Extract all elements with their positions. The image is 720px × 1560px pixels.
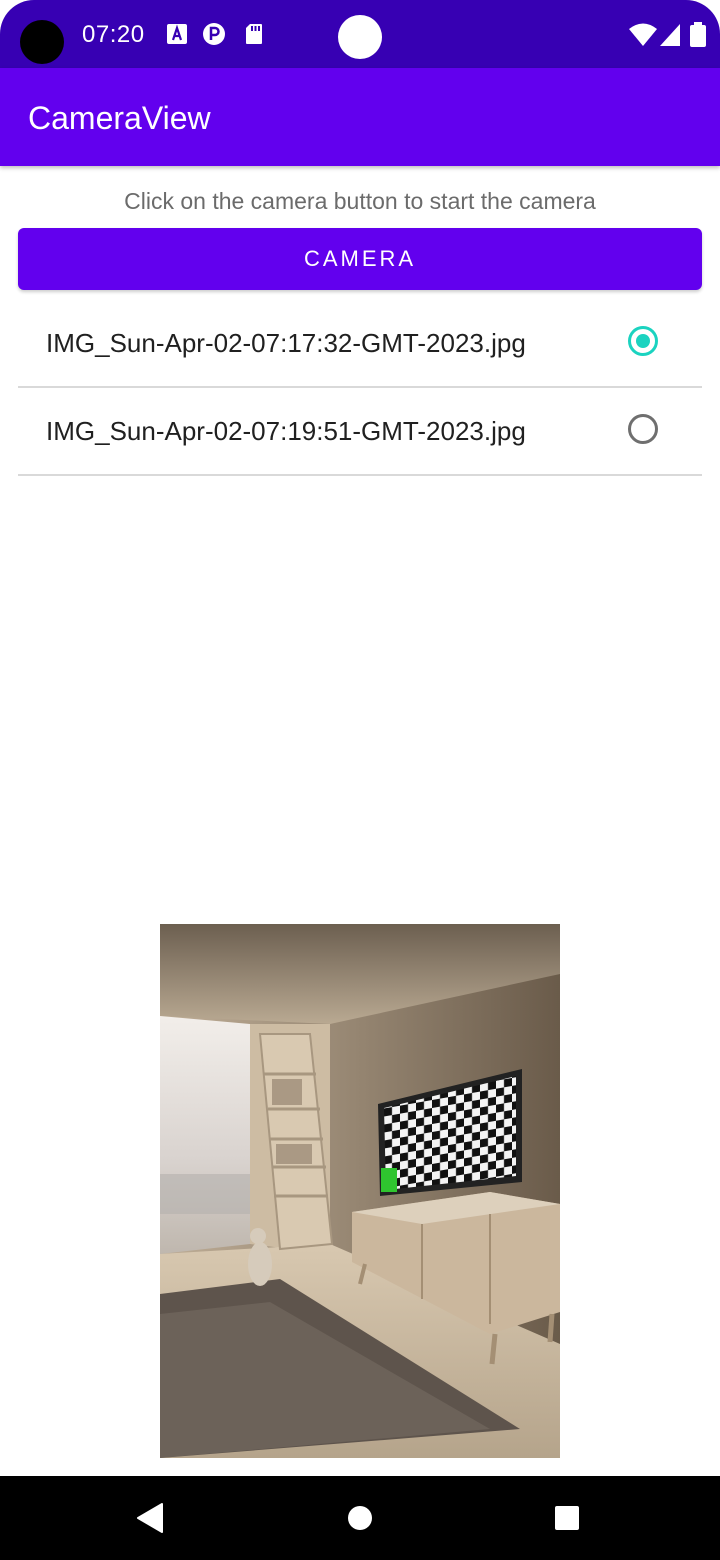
home-icon[interactable] [336, 1494, 384, 1542]
sd-card-icon [246, 24, 262, 44]
wifi-icon [629, 23, 657, 46]
signal-icon [660, 24, 680, 46]
battery-icon [690, 22, 706, 47]
app-title: CameraView [28, 100, 211, 136]
instruction-text: Click on the camera button to start the … [124, 188, 596, 214]
photo-preview [160, 924, 560, 1458]
back-icon[interactable] [126, 1494, 174, 1542]
text-a-icon [167, 24, 187, 44]
navigation-bar [0, 1476, 720, 1560]
radio-button-selected[interactable] [628, 326, 658, 356]
p-circle-icon [203, 23, 225, 45]
app-bar: CameraView [0, 68, 720, 166]
status-center-dot [338, 15, 382, 59]
list-item[interactable]: IMG_Sun-Apr-02-07:19:51-GMT-2023.jpg [18, 388, 702, 476]
front-camera-cutout [20, 20, 64, 64]
recents-icon[interactable] [543, 1494, 591, 1542]
phone-screen: 07:20 CameraView Click on the camera but… [0, 0, 720, 1560]
list-item[interactable]: IMG_Sun-Apr-02-07:17:32-GMT-2023.jpg [18, 300, 702, 388]
status-time: 07:20 [82, 21, 145, 48]
file-list: IMG_Sun-Apr-02-07:17:32-GMT-2023.jpg IMG… [18, 300, 702, 476]
room-photo-image [160, 924, 560, 1458]
file-name: IMG_Sun-Apr-02-07:19:51-GMT-2023.jpg [46, 416, 526, 446]
file-name: IMG_Sun-Apr-02-07:17:32-GMT-2023.jpg [46, 328, 526, 358]
camera-button[interactable]: CAMERA [18, 228, 702, 290]
radio-button[interactable] [628, 414, 658, 444]
status-bar: 07:20 [0, 0, 720, 68]
